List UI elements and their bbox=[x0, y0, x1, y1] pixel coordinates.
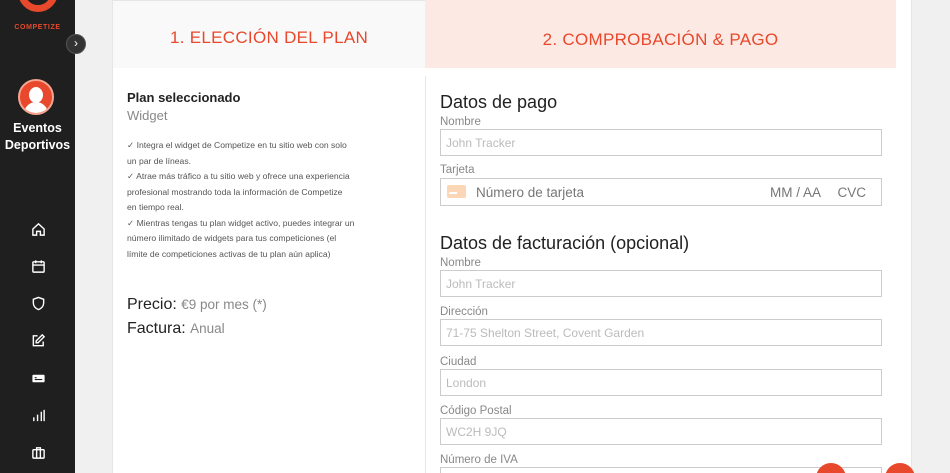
postal-code-input[interactable] bbox=[440, 418, 882, 445]
feature-line: ✓ Integra el widget de Competize en tu s… bbox=[127, 140, 347, 150]
step2-label: 2. COMPROBACIÓN & PAGO bbox=[542, 30, 779, 49]
billing-section-title: Datos de facturación (opcional) bbox=[440, 233, 690, 253]
nav-stats[interactable] bbox=[27, 404, 49, 426]
org-name-line1: Eventos bbox=[13, 121, 62, 135]
nav-edit[interactable] bbox=[27, 329, 49, 351]
action-button[interactable] bbox=[885, 463, 915, 473]
plan-summary: Plan seleccionado Widget ✓ Integra el wi… bbox=[127, 90, 412, 262]
feature-line: límite de competiciones activas de tu pl… bbox=[127, 248, 331, 259]
vat-input[interactable] bbox=[440, 467, 882, 473]
postal-code-label: Código Postal bbox=[440, 405, 512, 417]
nav-ticket[interactable] bbox=[27, 367, 49, 389]
avatar-body bbox=[24, 102, 48, 113]
tab-plan-selection[interactable]: 1. ELECCIÓN DEL PLAN bbox=[113, 0, 425, 68]
plan-features: ✓ Integra el widget de Competize en tu s… bbox=[127, 138, 412, 262]
card-cvc-placeholder: CVC bbox=[837, 185, 866, 200]
column-divider bbox=[425, 76, 426, 473]
chevron-right-icon[interactable]: › bbox=[66, 34, 86, 54]
step1-label: 1. ELECCIÓN DEL PLAN bbox=[169, 28, 369, 47]
logo-text: COMPETIZE bbox=[14, 24, 61, 31]
payment-section-title: Datos de pago bbox=[440, 92, 558, 112]
price-value: €9 por mes (*) bbox=[181, 297, 267, 312]
organization-name[interactable]: Eventos Deportivos bbox=[0, 120, 75, 154]
checkout-card: 1. ELECCIÓN DEL PLAN 2. COMPROBACIÓN & P… bbox=[112, 0, 915, 473]
plan-name: Widget bbox=[127, 108, 168, 123]
nav-calendar[interactable] bbox=[27, 255, 49, 277]
feature-line: un par de líneas. bbox=[127, 155, 192, 166]
briefcase-icon bbox=[31, 446, 45, 459]
vat-label: Número de IVA bbox=[440, 454, 518, 466]
action-button[interactable] bbox=[816, 463, 846, 473]
city-label: Ciudad bbox=[440, 356, 477, 368]
feature-line: ✓ Atrae más tráfico a tu sitio web y ofr… bbox=[127, 171, 350, 181]
edit-icon bbox=[32, 333, 45, 346]
card-expiry-placeholder: MM / AA bbox=[769, 185, 821, 200]
feature-line: ✓ Mientras tengas tu plan widget activo,… bbox=[127, 217, 355, 228]
stats-icon bbox=[32, 409, 45, 421]
calendar-icon bbox=[31, 259, 45, 273]
home-icon bbox=[31, 222, 45, 236]
billing-value: Anual bbox=[190, 321, 225, 336]
nav-briefcase[interactable] bbox=[27, 441, 49, 463]
feature-line: profesional mostrando toda la informació… bbox=[127, 186, 343, 197]
competize-logo[interactable]: COMPETIZE bbox=[0, 0, 75, 40]
tab-checkout-payment[interactable]: 2. COMPROBACIÓN & PAGO bbox=[425, 0, 896, 68]
avatar-head bbox=[29, 87, 43, 103]
feature-line: número ilimitado de widgets para tus com… bbox=[127, 233, 337, 243]
sidebar: COMPETIZE › Eventos Deportivos bbox=[0, 0, 86, 473]
shield-icon bbox=[32, 296, 44, 310]
billing-label: Factura: bbox=[127, 320, 186, 337]
billing-name-label: Nombre bbox=[440, 257, 481, 269]
price-row: Precio: €9 por mes (*) bbox=[127, 296, 267, 314]
org-name-line2: Deportivos bbox=[4, 138, 71, 152]
plan-title: Plan seleccionado bbox=[127, 90, 241, 105]
card-number-placeholder: Número de tarjeta bbox=[476, 185, 585, 200]
payment-name-label: Nombre bbox=[440, 116, 481, 128]
feature-line: en tiempo real. bbox=[127, 202, 184, 212]
logo-mark-icon bbox=[18, 0, 58, 12]
price-label: Precio: bbox=[127, 296, 177, 313]
avatar[interactable] bbox=[18, 79, 54, 115]
payment-name-input[interactable] bbox=[440, 129, 882, 156]
address-label: Dirección bbox=[440, 306, 488, 318]
credit-card-icon bbox=[447, 185, 466, 198]
ticket-icon bbox=[31, 374, 45, 382]
card-input[interactable]: Número de tarjeta MM / AA CVC bbox=[440, 178, 882, 206]
billing-row: Factura: Anual bbox=[127, 320, 225, 338]
nav-home[interactable] bbox=[27, 218, 49, 240]
nav-shield[interactable] bbox=[27, 292, 49, 314]
city-input[interactable] bbox=[440, 369, 882, 396]
address-input[interactable] bbox=[440, 319, 882, 346]
card-label: Tarjeta bbox=[440, 164, 475, 176]
billing-name-input[interactable] bbox=[440, 270, 882, 297]
